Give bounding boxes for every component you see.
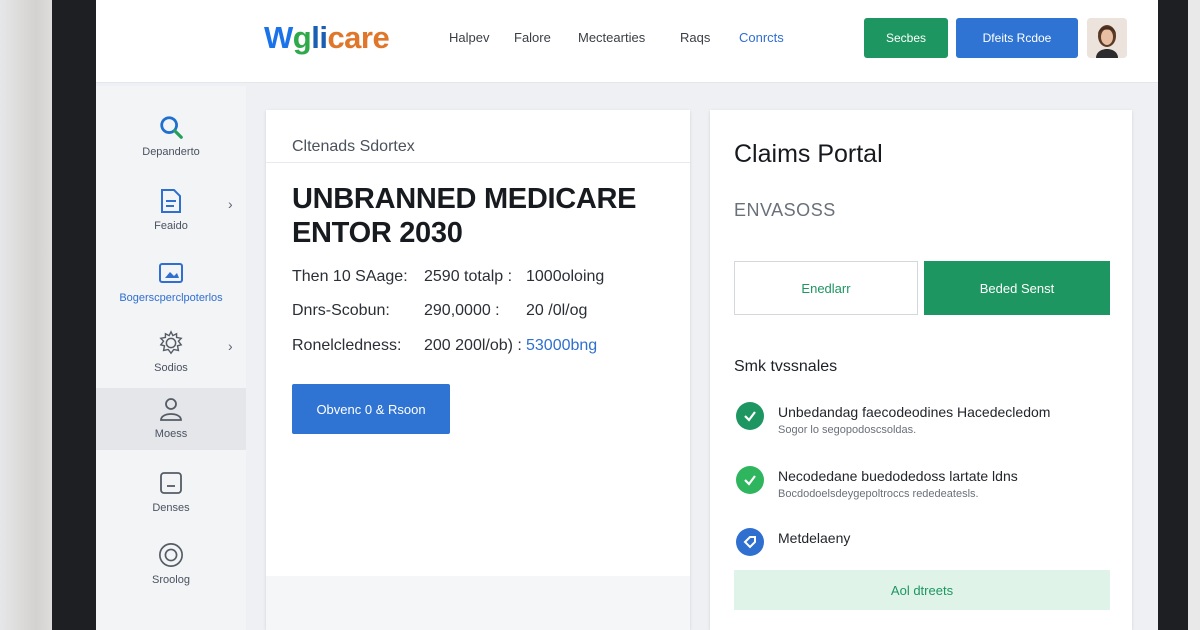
chevron-right-icon[interactable]: ›	[228, 196, 233, 212]
outline-button[interactable]: Enedlarr	[734, 261, 918, 315]
sidebar-item-label: Sroolog	[152, 574, 190, 586]
top-header: Wglicare Halpev Falore Mectearties Raqs …	[96, 0, 1158, 83]
document-icon	[158, 188, 184, 214]
status-detail: Sogor lo segopodoscsoldas.	[778, 424, 917, 436]
check-circle-icon	[736, 402, 764, 430]
row-value: 290,0000 :	[424, 302, 500, 319]
logo-part: care	[327, 20, 390, 55]
sidebar-item-label: Sodios	[154, 362, 188, 374]
plan-card-footer	[266, 576, 690, 630]
row-extra: 1000oloing	[526, 268, 605, 285]
logo-part: g	[292, 20, 312, 55]
sidebar-item-label: Bogerscperclpoterlos	[119, 292, 223, 304]
header-green-button[interactable]: Secbes	[864, 18, 948, 58]
device-bezel-left	[52, 0, 98, 630]
plan-headline: UNBRANNED MEDICARE ENTOR 2030	[292, 183, 637, 249]
sidebar-item-files[interactable]: Feaido	[96, 180, 246, 242]
plan-card-header: Cltenads Sdortex	[266, 110, 690, 163]
sidebar-item-media[interactable]: Bogerscperclpoterlos	[96, 252, 246, 314]
row-extra: 20 /0l/og	[526, 302, 588, 319]
minus-square-icon	[158, 470, 184, 496]
submit-button[interactable]: Beded Senst	[924, 261, 1110, 315]
claims-subtitle: ENVASOSS	[734, 200, 836, 220]
logo-part: li	[311, 20, 328, 55]
sidebar-item-search[interactable]: Depanderto	[96, 106, 246, 168]
plan-card-header-text: Cltenads Sdortex	[292, 138, 415, 155]
sidebar-item-denses[interactable]: Denses	[96, 462, 246, 524]
sidebar-item-label: Denses	[152, 502, 190, 514]
nav-link-contacts[interactable]: Conrcts	[739, 30, 784, 45]
status-title: Metdelaeny	[778, 530, 851, 546]
row-label: Ronelcledness:	[292, 337, 402, 354]
status-title: Necodedane buedodedoss lartate ldns	[778, 468, 1018, 484]
row-label: Then 10 SAage:	[292, 268, 408, 285]
row-value: 2590 totalp :	[424, 268, 513, 285]
row-label: Dnrs-Scobun:	[292, 302, 390, 319]
header-blue-button[interactable]: Dfeits Rcdoe	[956, 18, 1078, 58]
shield-icon	[158, 542, 184, 568]
person-icon	[158, 396, 184, 422]
check-circle-icon	[736, 466, 764, 494]
sidebar-item-security[interactable]: Sroolog	[96, 534, 246, 596]
user-avatar[interactable]	[1087, 18, 1127, 58]
sidebar-item-settings[interactable]: Sodios	[96, 322, 246, 384]
avatar-image	[1087, 18, 1127, 58]
row-value: 200 200l/ob) :	[424, 337, 522, 354]
row-extra-link[interactable]: 53000bng	[526, 337, 597, 355]
claims-title: Claims Portal	[734, 140, 883, 168]
footer-action-button[interactable]: Aol dtreets	[734, 570, 1110, 610]
cta-button[interactable]: Obvenc 0 & Rsoon	[292, 384, 450, 434]
plan-card: Cltenads Sdortex UNBRANNED MEDICARE ENTO…	[266, 110, 690, 630]
gear-icon	[158, 330, 184, 356]
logo-part: W	[264, 20, 293, 55]
image-folder-icon	[158, 260, 184, 286]
sidebar-item-label: Feaido	[154, 220, 188, 232]
search-icon	[158, 114, 184, 140]
nav-link-faqs[interactable]: Raqs	[680, 30, 710, 45]
status-detail: Bocdodoelsdeygepoltroccs rededeatesls.	[778, 488, 979, 500]
status-title: Unbedandag faecodeodines Hacedecledom	[778, 404, 1051, 420]
sidebar-item-members[interactable]: Moess	[96, 388, 246, 450]
brand-logo[interactable]: Wglicare	[264, 20, 390, 56]
app-screen: Wglicare Halpev Falore Mectearties Raqs …	[96, 0, 1158, 630]
tag-circle-icon	[736, 528, 764, 556]
status-section-title: Smk tvssnales	[734, 358, 838, 375]
sidebar-item-label: Moess	[154, 428, 188, 440]
sidebar-item-label: Depanderto	[142, 146, 200, 158]
nav-link-features[interactable]: Falore	[514, 30, 551, 45]
nav-link-medicare[interactable]: Mectearties	[578, 30, 645, 45]
sidebar: Depanderto Feaido › Bogerscperclpoterlos…	[96, 86, 246, 630]
nav-link-help[interactable]: Halpev	[449, 30, 489, 45]
claims-panel: Claims Portal ENVASOSS Enedlarr Beded Se…	[710, 110, 1132, 630]
background-wall	[1188, 0, 1200, 630]
chevron-right-icon[interactable]: ›	[228, 338, 233, 354]
